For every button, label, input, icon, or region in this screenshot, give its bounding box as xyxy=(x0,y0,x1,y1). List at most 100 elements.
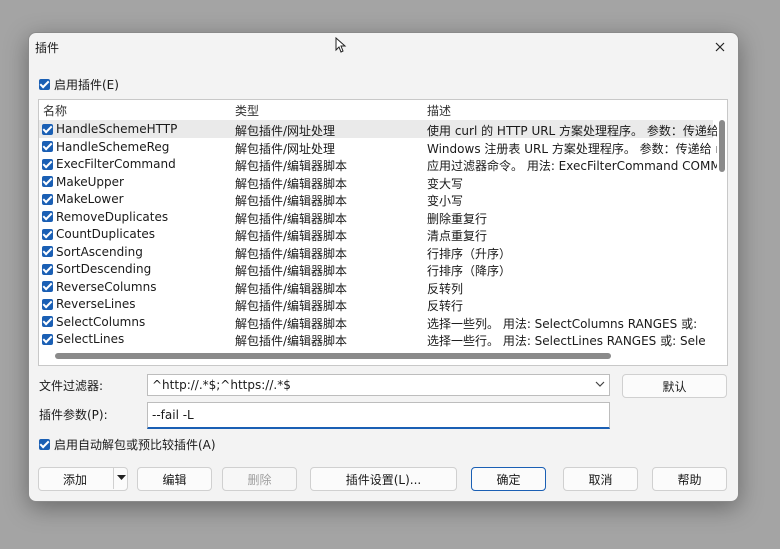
cancel-button[interactable]: 取消 xyxy=(563,467,638,491)
checkbox-checked-icon[interactable] xyxy=(42,176,53,187)
plugin-desc: 行排序（升序） xyxy=(427,246,512,261)
column-header-desc[interactable]: 描述 xyxy=(427,102,451,119)
table-row[interactable]: HandleSchemeReg 解包插件/网址处理 Windows 注册表 URL … xyxy=(39,138,717,156)
checkbox-checked-icon[interactable] xyxy=(42,158,53,170)
checkbox-checked-icon[interactable] xyxy=(42,316,53,327)
plugin-type: 解包插件/编辑器脚本 xyxy=(235,229,348,243)
plugin-args-label: 插件参数(P): xyxy=(39,408,108,422)
plugin-type: 解包插件/编辑器脚本 xyxy=(235,176,348,191)
plugin-desc: 选择一些列。 用法: SelectColumns RANGES 或: xyxy=(427,316,698,331)
plugin-desc: 变大写 xyxy=(427,176,464,191)
column-header-type[interactable]: 类型 xyxy=(235,102,259,119)
plugin-type: 解包插件/编辑器脚本 xyxy=(235,246,348,261)
plugin-desc: 反转列 xyxy=(427,281,464,296)
checkbox-checked-icon[interactable] xyxy=(42,211,53,222)
plugin-name-cell: ReverseLines xyxy=(42,297,136,311)
plugin-desc: 清点重复行 xyxy=(427,229,488,243)
plugin-settings-button[interactable]: 插件设置(L)... xyxy=(310,467,457,491)
checkbox-checked-icon xyxy=(39,79,50,90)
table-row[interactable]: MakeLower 解包插件/编辑器脚本 变小写 xyxy=(39,190,713,208)
plugin-desc: 使用 curl 的 HTTP URL 方案处理程序。 参数：传递给 c xyxy=(427,124,717,138)
mouse-cursor-icon xyxy=(335,37,347,53)
checkbox-checked-icon[interactable] xyxy=(42,193,53,205)
checkbox-checked-icon[interactable] xyxy=(42,228,53,240)
plugin-name-cell: RemoveDuplicates xyxy=(42,210,168,224)
plugin-name-cell: ReverseColumns xyxy=(42,280,156,294)
plugin-desc: 行排序（降序） xyxy=(427,264,512,278)
add-dropdown-button[interactable] xyxy=(113,467,128,489)
table-row[interactable]: CountDuplicates 解包插件/编辑器脚本 清点重复行 xyxy=(39,225,713,243)
help-button[interactable]: 帮助 xyxy=(652,467,727,491)
plugin-name-cell: SortDescending xyxy=(42,262,151,276)
plugin-name-cell: SelectLines xyxy=(42,332,124,346)
checkbox-checked-icon[interactable] xyxy=(42,263,53,275)
plugins-list[interactable]: 名称 类型 描述 HandleSchemeHTTP 解包插件/网址处理 使用 cur… xyxy=(38,99,728,366)
plugin-args-input[interactable]: --fail -L xyxy=(147,402,610,429)
plugin-type: 解包插件/编辑器脚本 xyxy=(235,159,348,173)
plugins-dialog: 插件 启用插件(E) 名称 类型 描述 HandleSchemeHTTP 解包插件… xyxy=(28,32,739,502)
column-header-name[interactable]: 名称 xyxy=(43,102,67,119)
list-rows: HandleSchemeHTTP 解包插件/网址处理 使用 curl 的 HTTP … xyxy=(39,120,717,348)
plugin-name-cell: SelectColumns xyxy=(42,315,145,329)
close-icon xyxy=(715,42,725,52)
plugin-desc: 应用过滤器命令。 用法: ExecFilterCommand COMMA xyxy=(427,159,717,173)
checkbox-checked-icon[interactable] xyxy=(42,298,53,310)
list-header: 名称 类型 描述 xyxy=(39,100,727,118)
file-filter-label: 文件过滤器: xyxy=(39,379,104,393)
table-row[interactable]: SortAscending 解包插件/编辑器脚本 行排序（升序） xyxy=(39,243,713,261)
plugin-name: MakeLower xyxy=(56,192,124,206)
checkbox-checked-icon[interactable] xyxy=(42,281,53,292)
plugin-name: ReverseLines xyxy=(56,297,136,311)
plugin-name-cell: SortAscending xyxy=(42,245,143,259)
plugin-name: SelectLines xyxy=(56,332,125,346)
table-row[interactable]: MakeUpper 解包插件/编辑器脚本 变大写 xyxy=(39,173,713,191)
plugin-name-cell: CountDuplicates xyxy=(42,227,155,241)
plugin-name: SelectColumns xyxy=(56,314,146,329)
plugin-desc: Windows 注册表 URL 方案处理程序。 参数：传递给 re xyxy=(427,141,717,156)
vertical-scrollbar[interactable] xyxy=(717,120,725,340)
table-row[interactable]: SortDescending 解包插件/编辑器脚本 行排序（降序） xyxy=(39,260,713,278)
plugin-desc: 选择一些行。 用法: SelectLines RANGES 或: Sele xyxy=(427,334,706,348)
checkbox-checked-icon xyxy=(39,439,50,450)
plugin-args-value: --fail -L xyxy=(152,408,194,422)
plugin-desc: 变小写 xyxy=(427,194,464,208)
file-filter-combobox[interactable]: ^http://.*$;^https://.*$ xyxy=(147,374,610,396)
table-row[interactable]: HandleSchemeHTTP 解包插件/网址处理 使用 curl 的 HTTP … xyxy=(39,120,717,138)
triangle-down-icon xyxy=(116,475,126,480)
dialog-title: 插件 xyxy=(35,41,60,55)
auto-unpack-checkbox[interactable]: 启用自动解包或预比较插件(A) xyxy=(39,436,216,453)
enable-plugins-checkbox[interactable]: 启用插件(E) xyxy=(39,76,119,93)
table-row[interactable]: ExecFilterCommand 解包插件/编辑器脚本 应用过滤器命令。 用法: … xyxy=(39,155,717,173)
horizontal-scroll-thumb[interactable] xyxy=(55,353,611,359)
checkbox-checked-icon[interactable] xyxy=(42,141,53,152)
plugin-name-cell: MakeLower xyxy=(42,192,124,206)
plugin-name-cell: HandleSchemeHTTP xyxy=(42,122,177,136)
checkbox-checked-icon[interactable] xyxy=(42,246,53,257)
table-row[interactable]: ReverseColumns 解包插件/编辑器脚本 反转列 xyxy=(39,278,713,296)
file-filter-value: ^http://.*$;^https://.*$ xyxy=(152,378,291,392)
enable-plugins-label: 启用插件(E) xyxy=(54,78,119,92)
checkbox-checked-icon[interactable] xyxy=(42,123,53,135)
plugin-name-cell: HandleSchemeReg xyxy=(42,140,169,154)
close-button[interactable] xyxy=(710,37,730,57)
table-row[interactable]: SelectColumns 解包插件/编辑器脚本 选择一些列。 用法: Select… xyxy=(39,313,713,331)
delete-button[interactable]: 删除 xyxy=(222,467,297,491)
plugin-name: HandleSchemeReg xyxy=(56,139,170,154)
table-row[interactable]: SelectLines 解包插件/编辑器脚本 选择一些行。 用法: SelectLi… xyxy=(39,330,713,348)
ok-button[interactable]: 确定 xyxy=(471,467,546,491)
plugin-name: RemoveDuplicates xyxy=(56,209,169,224)
plugin-name: ReverseColumns xyxy=(56,279,157,294)
plugin-name: ExecFilterCommand xyxy=(56,157,176,171)
edit-button[interactable]: 编辑 xyxy=(137,467,212,491)
plugin-name-cell: ExecFilterCommand xyxy=(42,157,176,171)
default-button[interactable]: 默认 xyxy=(622,374,727,398)
plugin-name: SortDescending xyxy=(56,262,152,276)
table-row[interactable]: RemoveDuplicates 解包插件/编辑器脚本 删除重复行 xyxy=(39,208,713,226)
add-button-label: 添加 xyxy=(63,473,88,487)
checkbox-checked-icon[interactable] xyxy=(42,333,53,345)
plugin-type: 解包插件/编辑器脚本 xyxy=(235,194,348,208)
plugin-name: SortAscending xyxy=(56,244,143,259)
vertical-scroll-thumb[interactable] xyxy=(719,120,725,172)
title-bar: 插件 xyxy=(29,33,738,61)
table-row[interactable]: ReverseLines 解包插件/编辑器脚本 反转行 xyxy=(39,295,713,313)
